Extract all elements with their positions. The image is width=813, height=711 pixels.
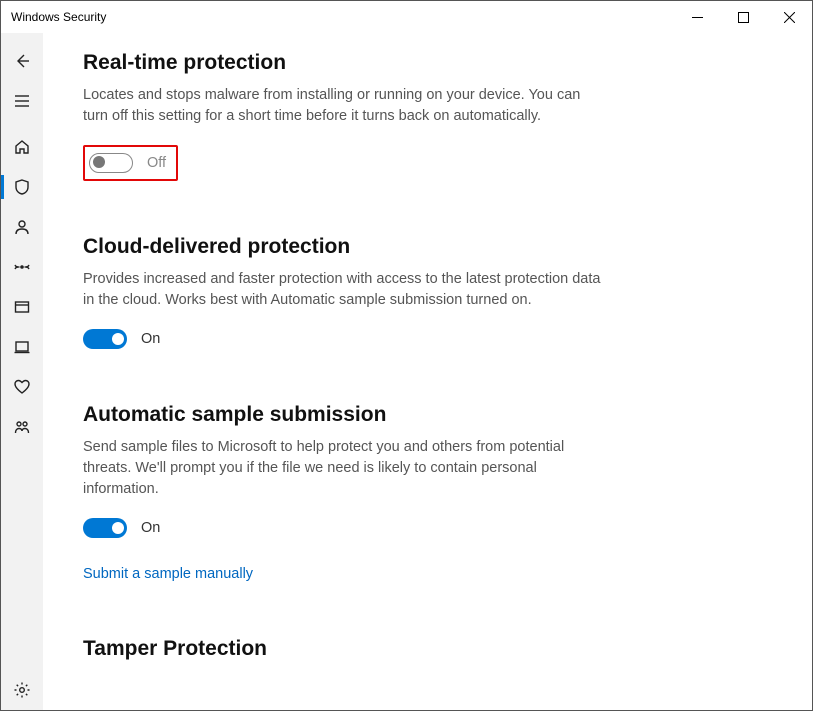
cloud-protection-section: Cloud-delivered protection Provides incr… bbox=[83, 235, 772, 349]
sidebar bbox=[1, 33, 43, 710]
submit-sample-link[interactable]: Submit a sample manually bbox=[83, 566, 253, 582]
nav-settings[interactable] bbox=[1, 670, 43, 710]
section-description: Locates and stops malware from installin… bbox=[83, 85, 603, 127]
cloud-toggle[interactable] bbox=[83, 329, 127, 349]
section-title: Automatic sample submission bbox=[83, 403, 772, 427]
nav-account-protection[interactable] bbox=[1, 207, 43, 247]
realtime-toggle-label: Off bbox=[147, 155, 166, 171]
section-description: Send sample files to Microsoft to help p… bbox=[83, 437, 603, 500]
tamper-protection-section: Tamper Protection bbox=[83, 637, 772, 661]
nav-firewall[interactable] bbox=[1, 247, 43, 287]
back-button[interactable] bbox=[1, 41, 43, 81]
nav-home[interactable] bbox=[1, 127, 43, 167]
maximize-button[interactable] bbox=[720, 1, 766, 33]
sample-toggle[interactable] bbox=[83, 518, 127, 538]
nav-app-browser-control[interactable] bbox=[1, 287, 43, 327]
content-area: Real-time protection Locates and stops m… bbox=[43, 33, 812, 710]
nav-family-options[interactable] bbox=[1, 407, 43, 447]
sample-toggle-label: On bbox=[141, 520, 160, 536]
window: Windows Security bbox=[0, 0, 813, 711]
menu-button[interactable] bbox=[1, 81, 43, 121]
section-title: Cloud-delivered protection bbox=[83, 235, 772, 259]
window-title: Windows Security bbox=[11, 10, 106, 24]
cloud-toggle-label: On bbox=[141, 331, 160, 347]
realtime-toggle[interactable] bbox=[89, 153, 133, 173]
nav-virus-protection[interactable] bbox=[1, 167, 43, 207]
section-description: Provides increased and faster protection… bbox=[83, 269, 603, 311]
realtime-protection-section: Real-time protection Locates and stops m… bbox=[83, 51, 772, 181]
nav-device-security[interactable] bbox=[1, 327, 43, 367]
titlebar: Windows Security bbox=[1, 1, 812, 33]
sample-submission-section: Automatic sample submission Send sample … bbox=[83, 403, 772, 583]
section-title: Real-time protection bbox=[83, 51, 772, 75]
close-button[interactable] bbox=[766, 1, 812, 33]
section-title: Tamper Protection bbox=[83, 637, 772, 661]
highlight-box: Off bbox=[83, 145, 178, 181]
minimize-button[interactable] bbox=[674, 1, 720, 33]
nav-device-performance[interactable] bbox=[1, 367, 43, 407]
